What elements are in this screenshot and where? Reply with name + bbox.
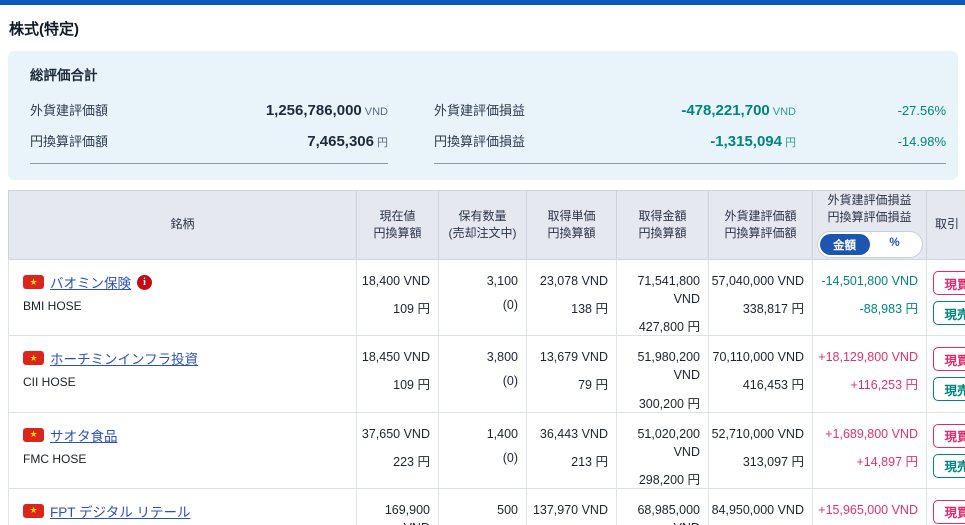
summary-row-foreign-valuation: 外貨建評価額 1,256,786,000VND (30, 100, 388, 119)
summary-label: 円換算評価損益 (434, 131, 525, 150)
pl-cell: +15,965,000 VND+111,103 円 (813, 488, 927, 525)
trade-cell: 現買 現売 (927, 488, 965, 525)
holdings-table-container: 銘柄 現在値 円換算額 保有数量 (売却注文中) 取得単価 円換算額 取得金額 … (8, 190, 965, 525)
stock-name-cell: ★ バオミン保険 i BMI HOSE (9, 260, 357, 336)
cost-cell: 71,541,800 VND427,800 円 (617, 260, 709, 336)
stock-name-link[interactable]: ホーチミンインフラ投資 (50, 348, 198, 368)
holding-row-fmc: ★ サオタ食品 FMC HOSE 37,650 VND223 円 1,400(0… (9, 412, 965, 488)
ticker-exchange: CII HOSE (23, 375, 348, 389)
info-icon[interactable]: i (137, 275, 152, 290)
summary-percent: -14.98% (796, 134, 946, 149)
vietnam-flag-icon: ★ (23, 428, 44, 442)
summary-valuation-pane: 外貨建評価額 1,256,786,000VND 円換算評価額 7,465,306… (30, 88, 388, 164)
summary-row-jpy-valuation: 円換算評価額 7,465,306円 (30, 131, 388, 150)
currency-unit: VND (365, 106, 388, 118)
col-header-name: 銘柄 (9, 191, 357, 260)
current-price-cell: 169,900 VND1,009 円 (357, 488, 439, 525)
unit-price-cell: 23,078 VND138 円 (527, 260, 617, 336)
unit-price-cell: 36,443 VND213 円 (527, 412, 617, 488)
currency-unit: VND (773, 106, 796, 118)
col-header-cost: 取得金額 円換算額 (617, 191, 709, 260)
summary-label: 円換算評価額 (30, 131, 108, 150)
summary-row-jpy-pl: 円換算評価損益 -1,315,094円 -14.98% (434, 131, 946, 150)
pl-cell: +18,129,800 VND+116,253 円 (813, 336, 927, 412)
valuation-cell: 70,110,000 VND416,453 円 (709, 336, 813, 412)
current-price-cell: 18,450 VND109 円 (357, 336, 439, 412)
sell-button[interactable]: 現売 (933, 377, 965, 401)
pl-display-toggle[interactable]: 金額 % (817, 231, 923, 258)
col-header-pl: 外貨建評価損益 円換算評価損益 金額 % (813, 191, 927, 260)
summary-title: 総評価合計 (30, 64, 946, 84)
sell-button[interactable]: 現売 (933, 301, 965, 325)
currency-unit: 円 (785, 137, 796, 149)
stock-name-cell: ★ サオタ食品 FMC HOSE (9, 412, 357, 488)
summary-pl-pane: 外貨建評価損益 -478,221,700VND -27.56% 円換算評価損益 … (434, 88, 946, 164)
trade-cell: 現買 現売 (927, 412, 965, 488)
buy-button[interactable]: 現買 (933, 500, 965, 524)
summary-label: 外貨建評価損益 (434, 100, 525, 119)
toggle-amount-option[interactable]: 金額 (820, 234, 870, 255)
valuation-cell: 57,040,000 VND338,817 円 (709, 260, 813, 336)
stock-name-cell: ★ FPT デジタル リテール FRT HOSE (9, 488, 357, 525)
trade-cell: 現買 現売 (927, 336, 965, 412)
summary-value: 7,465,306円 (108, 133, 388, 150)
holdings-table: 銘柄 現在値 円換算額 保有数量 (売却注文中) 取得単価 円換算額 取得金額 … (8, 190, 965, 525)
summary-label: 外貨建評価額 (30, 100, 108, 119)
page-title: 株式(特定) (9, 18, 965, 39)
summary-value: 1,256,786,000VND (108, 102, 388, 119)
summary-percent: -27.56% (796, 103, 946, 118)
stock-name-link[interactable]: サオタ食品 (50, 425, 118, 445)
sell-button[interactable]: 現売 (933, 454, 965, 478)
unit-price-cell: 13,679 VND79 円 (527, 336, 617, 412)
stock-name-cell: ★ ホーチミンインフラ投資 CII HOSE (9, 336, 357, 412)
buy-button[interactable]: 現買 (933, 271, 965, 295)
col-header-unit-price: 取得単価 円換算額 (527, 191, 617, 260)
current-price-cell: 37,650 VND223 円 (357, 412, 439, 488)
quantity-cell: 1,400(0) (439, 412, 527, 488)
cost-cell: 51,020,200 VND298,200 円 (617, 412, 709, 488)
valuation-cell: 84,950,000 VND504,603 円 (709, 488, 813, 525)
quantity-cell: 500(0) (439, 488, 527, 525)
pl-cell: -14,501,800 VND-88,983 円 (813, 260, 927, 336)
holding-row-bmi: ★ バオミン保険 i BMI HOSE 18,400 VND109 円 3,10… (9, 260, 965, 336)
total-valuation-summary: 総評価合計 外貨建評価額 1,256,786,000VND 円換算評価額 7,4… (8, 51, 958, 180)
holding-row-frt: ★ FPT デジタル リテール FRT HOSE 169,900 VND1,00… (9, 488, 965, 525)
col-header-valuation: 外貨建評価額 円換算評価額 (709, 191, 813, 260)
pl-cell: +1,689,800 VND+14,897 円 (813, 412, 927, 488)
buy-button[interactable]: 現買 (933, 424, 965, 448)
ticker-exchange: FMC HOSE (23, 452, 348, 466)
col-header-current-price: 現在値 円換算額 (357, 191, 439, 260)
col-header-trade: 取引 (927, 191, 965, 260)
summary-row-foreign-pl: 外貨建評価損益 -478,221,700VND -27.56% (434, 100, 946, 119)
summary-value: -1,315,094円 (525, 133, 796, 150)
quantity-cell: 3,800(0) (439, 336, 527, 412)
valuation-cell: 52,710,000 VND313,097 円 (709, 412, 813, 488)
cost-cell: 51,980,200 VND300,200 円 (617, 336, 709, 412)
ticker-exchange: BMI HOSE (23, 299, 348, 313)
top-accent-bar (0, 0, 965, 5)
holding-row-cii: ★ ホーチミンインフラ投資 CII HOSE 18,450 VND109 円 3… (9, 336, 965, 412)
currency-unit: 円 (377, 137, 388, 149)
vietnam-flag-icon: ★ (23, 351, 44, 365)
unit-price-cell: 137,970 VND787 円 (527, 488, 617, 525)
quantity-cell: 3,100(0) (439, 260, 527, 336)
vietnam-flag-icon: ★ (23, 275, 44, 289)
vietnam-flag-icon: ★ (23, 504, 44, 518)
col-header-quantity: 保有数量 (売却注文中) (439, 191, 527, 260)
cost-cell: 68,985,000 VND393,500 円 (617, 488, 709, 525)
current-price-cell: 18,400 VND109 円 (357, 260, 439, 336)
buy-button[interactable]: 現買 (933, 347, 965, 371)
summary-value: -478,221,700VND (525, 102, 796, 119)
toggle-percent-option[interactable]: % (870, 234, 920, 255)
trade-cell: 現買 現売 (927, 260, 965, 336)
stock-name-link[interactable]: FPT デジタル リテール (50, 501, 191, 521)
table-header-row: 銘柄 現在値 円換算額 保有数量 (売却注文中) 取得単価 円換算額 取得金額 … (9, 191, 965, 260)
stock-name-link[interactable]: バオミン保険 (50, 272, 131, 292)
